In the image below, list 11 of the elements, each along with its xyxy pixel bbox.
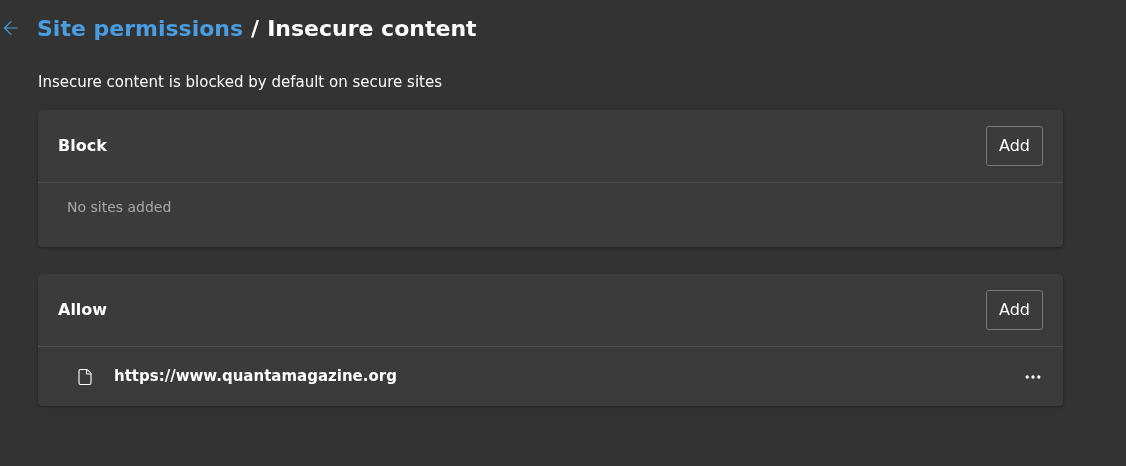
file-icon: [76, 367, 94, 386]
add-button[interactable]: Add: [986, 290, 1043, 330]
site-url: https://www.quantamagazine.org: [114, 366, 398, 388]
breadcrumb-separator: /: [251, 14, 260, 43]
add-button[interactable]: Add: [986, 126, 1043, 166]
description-text: Insecure content is blocked by default on secure sites: [38, 73, 442, 91]
breadcrumb-link[interactable]: Site permissions: [37, 11, 244, 45]
empty-message: No sites added: [67, 199, 172, 215]
page-title: Insecure content: [267, 14, 477, 43]
section-title: Block: [58, 135, 107, 157]
section-title: Allow: [58, 299, 108, 321]
